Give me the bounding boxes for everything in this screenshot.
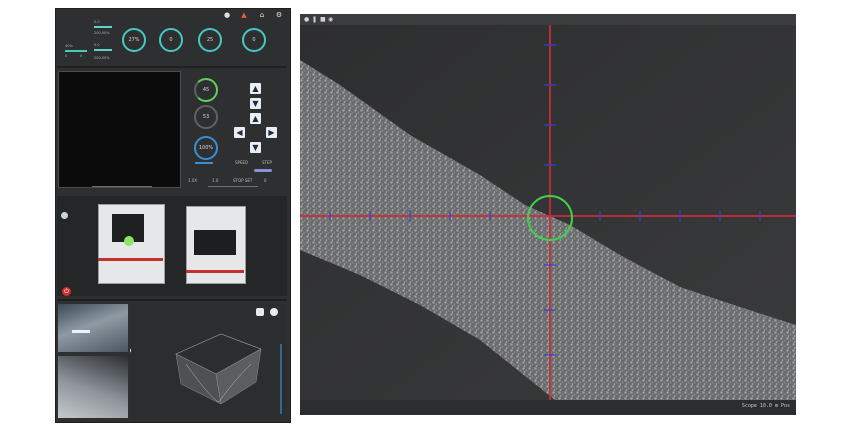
snapshot-icon[interactable]: ◉ — [328, 16, 333, 23]
side-gauge-2: 53 — [194, 105, 218, 129]
surface-side-right — [215, 348, 262, 405]
machine-settings-icon[interactable] — [61, 212, 68, 219]
pause-icon[interactable]: ❚ — [312, 16, 317, 23]
status-small-a: 0 — [65, 54, 68, 58]
gauge-1-value: 27% — [128, 37, 140, 43]
scope-statusbar: Scope 10.0 m Pos — [300, 400, 796, 415]
machine-right-stripe — [186, 270, 244, 273]
lower-right-value[interactable]: 0 — [264, 178, 267, 183]
status-small-b: 0 — [80, 54, 83, 58]
jog-up-fast-button[interactable]: ▲ — [250, 83, 261, 94]
machine-left-stripe — [98, 258, 163, 261]
status-bar-c — [94, 49, 112, 51]
side-gauge-1: 45 — [194, 78, 218, 102]
power-icon[interactable]: ⏻ — [62, 287, 71, 296]
divider-2 — [57, 299, 287, 301]
scope-image — [300, 25, 796, 400]
surface-view-button[interactable] — [256, 308, 264, 316]
camera-preview[interactable] — [58, 71, 181, 188]
status-bar-a — [94, 26, 112, 28]
microscope-view[interactable]: ● ❚ ■ ◉ Scope 10.0 m Pos — [300, 14, 796, 415]
gauge-4: 0 — [242, 28, 266, 52]
gauge-2: 0 — [159, 28, 183, 52]
camera-preview-scrollbar[interactable] — [92, 186, 152, 187]
gauge-4-value: 0 — [252, 37, 256, 43]
machine-view — [57, 196, 287, 296]
jog-right-button[interactable]: ▶ — [266, 127, 277, 138]
record-icon[interactable]: ● — [304, 16, 309, 23]
surface-side-left — [175, 353, 222, 405]
user-icon[interactable]: ● — [223, 12, 231, 19]
lower-left-value[interactable]: 1.0 — [212, 178, 218, 183]
gauge-3: 25 — [198, 28, 222, 52]
machine-right-window — [194, 230, 236, 255]
divider — [57, 66, 287, 68]
jog-up-button[interactable]: ▲ — [250, 113, 261, 124]
status-label-b: 40% — [65, 44, 73, 48]
speed-label: SPEED — [235, 160, 249, 165]
side-gauge-3: 100% — [194, 136, 218, 160]
camera-thumbnail-2[interactable] — [58, 356, 128, 418]
gauge-2-value: 0 — [169, 37, 173, 43]
side-gauge-2-value: 53 — [202, 114, 210, 120]
scope-titlebar: ● ❚ ■ ◉ — [300, 14, 796, 25]
stop-icon[interactable]: ■ — [320, 16, 326, 23]
surface-settings-icon[interactable] — [270, 308, 278, 316]
jog-down-fast-button[interactable]: ▼ — [250, 98, 261, 109]
camera-thumbnail-1[interactable] — [58, 304, 128, 352]
machine-left-light — [124, 236, 134, 246]
scope-status-text: Scope 10.0 m Pos — [741, 403, 790, 409]
warning-icon[interactable]: ▲ — [240, 12, 248, 19]
surface-plot[interactable] — [131, 304, 286, 419]
status-bar-b — [65, 50, 87, 52]
jog-down-button[interactable]: ▼ — [250, 142, 261, 153]
side-gauge-3-bar — [195, 162, 213, 164]
status-value-c: 200.00% — [94, 56, 110, 60]
gauge-3-value: 25 — [206, 37, 214, 43]
status-label-a: 0.0 — [94, 20, 100, 24]
settings-icon[interactable]: ⚙ — [275, 12, 283, 19]
thumbnail-1-glare — [72, 330, 90, 333]
jog-left-button[interactable]: ◀ — [234, 127, 245, 138]
status-value-a: 200.00% — [94, 31, 110, 35]
gauge-1: 27% — [122, 28, 146, 52]
home-icon[interactable]: ⌂ — [258, 12, 266, 19]
mode-label: STEP — [262, 160, 272, 165]
control-divider — [208, 186, 258, 187]
lower-right-label: STOP SET — [233, 178, 253, 183]
speed-slider[interactable] — [254, 169, 272, 172]
side-gauge-1-value: 45 — [202, 87, 210, 93]
surface-plot-svg — [175, 333, 282, 414]
lower-left-label: 1.0X — [188, 178, 198, 183]
side-gauge-3-value: 100% — [198, 145, 214, 151]
status-label-c: 0.0 — [94, 43, 100, 47]
